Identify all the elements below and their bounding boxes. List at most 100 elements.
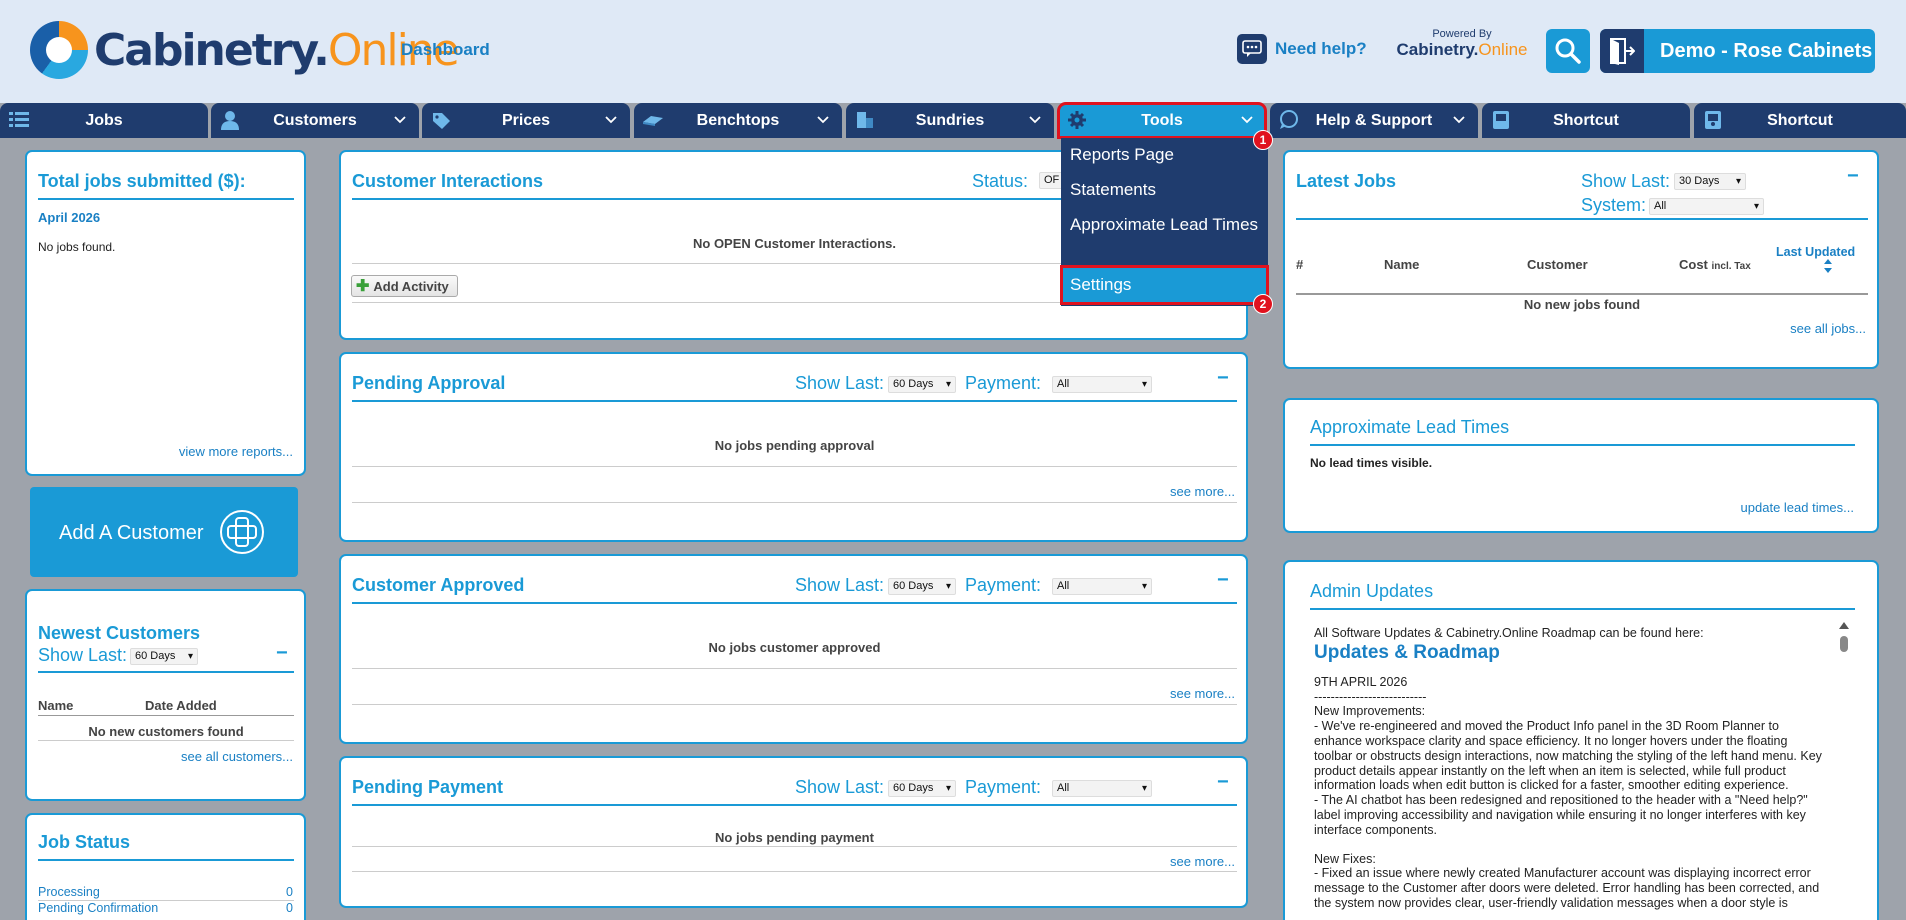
collapse-button[interactable]: − (1847, 165, 1859, 188)
main-nav: Jobs Customers Prices Benchtops Sundries… (0, 102, 1906, 139)
tab-shortcut-1[interactable]: Shortcut (1482, 103, 1690, 138)
col-customer[interactable]: Customer (1527, 257, 1588, 272)
chevron-down-icon (1029, 116, 1041, 124)
need-help-button[interactable]: Need help? (1237, 34, 1367, 64)
improvement-item: - The AI chatbot has been redesigned and… (1314, 793, 1808, 837)
col-hash: # (1296, 257, 1304, 272)
payment-label: Payment: (965, 575, 1042, 595)
col-last-updated[interactable]: Last Updated (1776, 245, 1855, 259)
tools-dropdown-menu: Reports Page Statements Approximate Lead… (1060, 138, 1269, 306)
updates-date: 9TH APRIL 2026 (1314, 674, 1408, 689)
plus-icon: ✚ (356, 278, 370, 295)
search-button[interactable] (1546, 29, 1590, 73)
col-name[interactable]: Name (1384, 257, 1419, 272)
view-more-reports-link[interactable]: view more reports... (179, 444, 293, 459)
divider (352, 704, 1237, 705)
fixes-heading: New Fixes: (1314, 851, 1376, 866)
chat-icon (1280, 110, 1298, 129)
payment-select[interactable]: All (1052, 578, 1152, 595)
show-last-select[interactable]: 60 Days (888, 578, 956, 595)
collapse-button[interactable]: − (1217, 771, 1229, 794)
newest-customers-empty: No new customers found (88, 724, 244, 739)
show-last-select[interactable]: 60 Days (888, 376, 956, 393)
chevron-down-icon (394, 116, 406, 124)
customer-interactions-title: Customer Interactions (352, 171, 544, 191)
total-jobs-month: April 2026 (38, 210, 101, 225)
divider (1296, 218, 1868, 220)
improvements-heading: New Improvements: (1314, 704, 1426, 719)
tab-jobs[interactable]: Jobs (0, 103, 208, 138)
updates-roadmap-link[interactable]: Updates & Roadmap (1314, 641, 1824, 665)
payment-label: Payment: (965, 373, 1042, 393)
tab-prices[interactable]: Prices (422, 103, 630, 138)
need-help-label: Need help? (1275, 39, 1367, 58)
cabinetry-online-logo[interactable]: Cabinetry.Online (30, 20, 460, 80)
status-pending-confirmation[interactable]: Pending Confirmation (38, 901, 158, 915)
sort-icon[interactable] (1824, 259, 1832, 273)
divider (38, 198, 294, 200)
show-last-select[interactable]: 30 Days (1674, 173, 1746, 190)
latest-jobs-empty: No new jobs found (1523, 297, 1641, 312)
status-processing[interactable]: Processing (38, 885, 100, 899)
dashboard-link[interactable]: Dashboard (401, 40, 490, 60)
divider (38, 671, 294, 673)
col-name: Name (38, 698, 74, 713)
tab-help-support[interactable]: Help & Support (1270, 103, 1478, 138)
user-account-button[interactable]: Demo - Rose Cabinets (1600, 29, 1875, 73)
powered-by-logo: Cabinetry.Online (1396, 40, 1528, 59)
divider (352, 668, 1237, 669)
collapse-button[interactable]: − (1217, 569, 1229, 592)
gear-icon (1068, 111, 1086, 129)
see-more-link[interactable]: see more... (1170, 686, 1235, 701)
menu-item-settings[interactable]: Settings (1060, 265, 1269, 305)
col-cost[interactable]: Cost incl. Tax (1679, 257, 1751, 272)
menu-item-reports-page[interactable]: Reports Page (1061, 143, 1268, 167)
powered-by-label: Powered By (1432, 28, 1492, 40)
collapse-button[interactable]: − (276, 642, 288, 665)
newest-customers-panel: Newest Customers Show Last: 60 Days − Na… (25, 589, 306, 801)
logo-text-main: Cabinetry. (94, 24, 330, 76)
chevron-down-icon (817, 116, 829, 124)
divider (352, 466, 1237, 467)
shortcut-icon (1705, 111, 1721, 129)
divider (352, 804, 1237, 806)
top-header: Cabinetry.Online Dashboard Need help? Po… (0, 0, 1906, 103)
menu-item-approximate-lead-times[interactable]: Approximate Lead Times (1061, 213, 1261, 237)
pending-payment-empty: No jobs pending payment (715, 830, 874, 845)
see-more-link[interactable]: see more... (1170, 854, 1235, 869)
divider (38, 715, 294, 716)
collapse-button[interactable]: − (1217, 367, 1229, 390)
divider (1296, 293, 1868, 295)
show-last-select[interactable]: 60 Days (130, 648, 198, 665)
tab-tools[interactable]: Tools (1057, 102, 1267, 139)
admin-updates-title: Admin Updates (1310, 581, 1434, 601)
tab-sundries[interactable]: Sundries (846, 103, 1054, 138)
logo-icon (30, 21, 88, 79)
show-last-select[interactable]: 60 Days (888, 780, 956, 797)
update-lead-times-link[interactable]: update lead times... (1741, 500, 1854, 515)
add-activity-button[interactable]: ✚ Add Activity (351, 275, 458, 297)
see-more-link[interactable]: see more... (1170, 484, 1235, 499)
newest-customers-title: Newest Customers (38, 623, 201, 643)
system-select[interactable]: All (1649, 198, 1764, 215)
payment-label: Payment: (965, 777, 1042, 797)
list-icon (9, 112, 29, 127)
tab-shortcut-2[interactable]: Shortcut (1694, 103, 1906, 138)
tab-customers[interactable]: Customers (211, 103, 419, 138)
menu-item-statements[interactable]: Statements (1061, 178, 1268, 202)
see-all-customers-link[interactable]: see all customers... (181, 749, 293, 764)
payment-select[interactable]: All (1052, 376, 1152, 393)
fix-item: - Fixed an issue where newly created Man… (1314, 866, 1820, 910)
show-last-label: Show Last: (1581, 171, 1671, 191)
tab-benchtops[interactable]: Benchtops (634, 103, 842, 138)
payment-select[interactable]: All (1052, 780, 1152, 797)
shortcut-icon (1493, 111, 1509, 129)
chevron-down-icon (1453, 116, 1465, 124)
divider (352, 602, 1237, 604)
improvement-item: - We've re-engineered and moved the Prod… (1314, 719, 1822, 793)
admin-updates-scrollbar[interactable] (1838, 620, 1850, 920)
col-date-added: Date Added (145, 698, 217, 713)
see-all-jobs-link[interactable]: see all jobs... (1790, 321, 1866, 336)
pending-payment-panel: Pending Payment Show Last: 60 Days Payme… (339, 756, 1248, 908)
add-customer-button[interactable]: Add A Customer (30, 487, 298, 577)
